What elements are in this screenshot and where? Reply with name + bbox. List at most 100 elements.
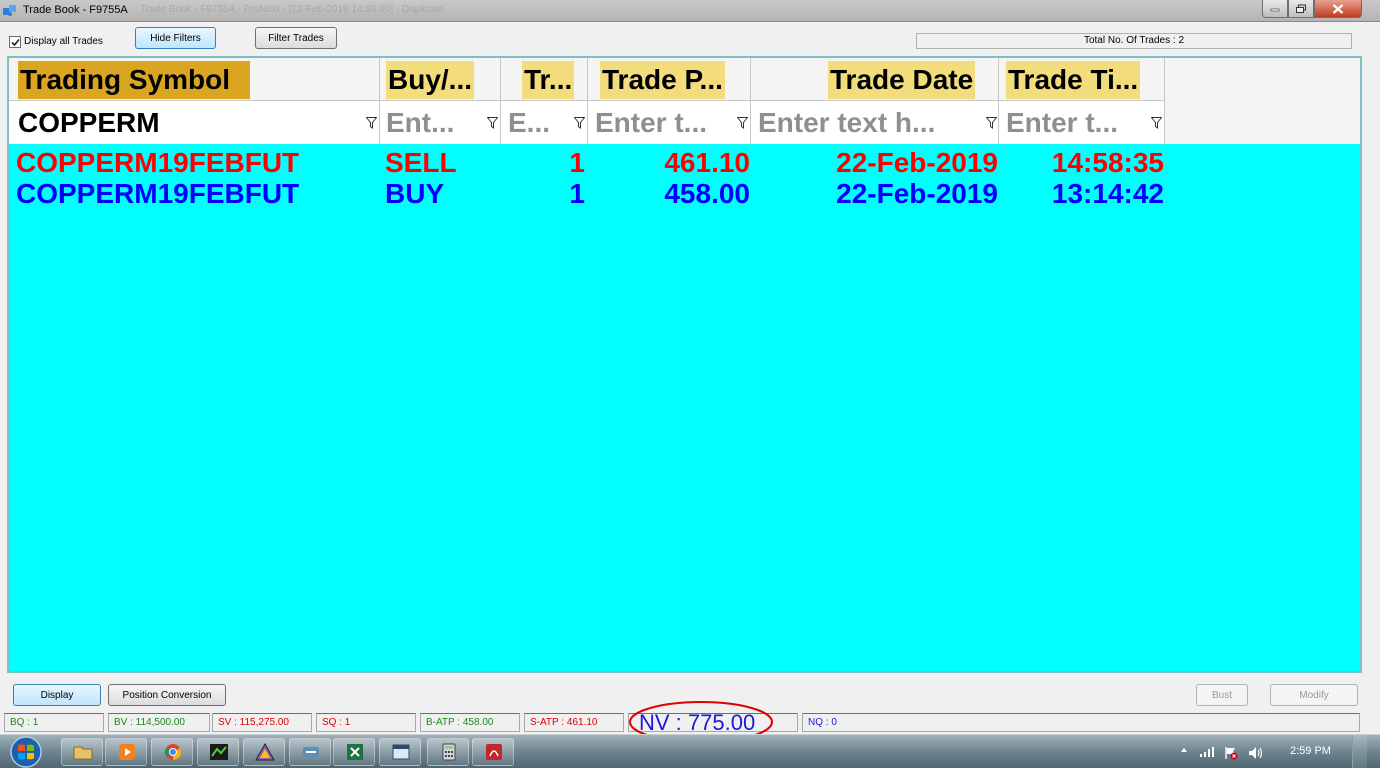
display-all-checkbox[interactable] [9, 36, 21, 48]
volume-icon[interactable] [1248, 746, 1264, 760]
taskbar-window-app[interactable] [379, 738, 421, 766]
folder-icon [73, 746, 93, 760]
taskbar-triangle-app[interactable] [243, 738, 285, 766]
filter-icon[interactable] [986, 117, 997, 129]
filter-cell-buysell[interactable]: Ent... [380, 101, 501, 144]
bust-button[interactable]: Bust [1196, 684, 1248, 706]
windows-start-icon[interactable] [7, 736, 45, 768]
cell-price: 461.10 [664, 147, 750, 178]
filter-cell-date[interactable]: Enter text h... [751, 101, 999, 144]
taskbar-folder[interactable] [61, 738, 103, 766]
show-hidden-icons-arrow[interactable] [1180, 746, 1188, 754]
display-button[interactable]: Display [13, 684, 101, 706]
filter-cell-price[interactable]: Enter t... [588, 101, 751, 144]
hide-filters-button[interactable]: Hide Filters [135, 27, 216, 49]
cell-price: 458.00 [664, 178, 750, 209]
window-app-icon [392, 744, 410, 760]
taskbar-chart-app[interactable] [197, 738, 239, 766]
media-player-icon [119, 744, 135, 760]
taskbar-clock[interactable]: 2:59 PM [1290, 745, 1331, 757]
cell-date: 22-Feb-2019 [836, 147, 998, 178]
filter-input-buysell[interactable]: Ent... [386, 101, 476, 144]
signal-bars-icon[interactable] [1199, 746, 1215, 758]
taskbar-media-player[interactable] [105, 738, 147, 766]
column-header-time[interactable]: Trade Ti... [999, 58, 1165, 101]
filter-cell-qty[interactable]: E... [501, 101, 588, 144]
taskbar-calculator[interactable] [427, 738, 469, 766]
toolbar: Display all Trades Hide Filters Filter T… [0, 22, 1366, 56]
action-center-flag-icon[interactable] [1224, 746, 1238, 760]
chrome-icon [164, 744, 182, 761]
table-row[interactable]: COPPERM19FEBFUT SELL 1 461.10 22-Feb-201… [9, 148, 1360, 178]
filter-icon[interactable] [737, 117, 748, 129]
cell-symbol: COPPERM19FEBFUT [16, 147, 300, 178]
filter-input-date[interactable]: Enter text h... [758, 101, 978, 144]
filter-cell-symbol[interactable]: COPPERM [9, 101, 380, 144]
show-desktop-button[interactable] [1352, 735, 1367, 768]
background-window-title: Trade Book - F9755A - ProNext - [22-Feb-… [140, 4, 444, 15]
pdf-icon [486, 744, 502, 760]
header-label-symbol: Trading Symbol [18, 61, 250, 99]
taskbar-network-app[interactable] [289, 738, 331, 766]
title-bar: Trade Book - F9755A Trade Book - F9755A … [0, 0, 1380, 22]
filter-input-time[interactable]: Enter t... [1006, 101, 1146, 144]
chart-app-icon [210, 744, 228, 760]
taskbar-chrome[interactable] [151, 738, 193, 766]
minimize-button[interactable] [1262, 0, 1288, 18]
column-header-buysell[interactable]: Buy/... [380, 58, 501, 101]
filter-input-symbol[interactable]: COPPERM [18, 101, 358, 144]
cell-buysell: SELL [385, 147, 457, 178]
close-button[interactable] [1314, 0, 1362, 18]
app-puzzle-icon [3, 5, 16, 16]
taskbar-pdf[interactable] [472, 738, 514, 766]
minimize-icon [1270, 8, 1280, 11]
status-bv: BV : 114,500.00 [108, 713, 210, 732]
header-label-time: Trade Ti... [1006, 61, 1141, 99]
header-label-qty: Tr... [522, 61, 575, 99]
header-label-date: Trade Date [828, 61, 976, 99]
header-label-buysell: Buy/... [386, 61, 475, 99]
filter-icon[interactable] [574, 117, 585, 129]
display-all-label[interactable]: Display all Trades [24, 36, 103, 47]
position-conversion-button[interactable]: Position Conversion [108, 684, 226, 706]
cell-symbol: COPPERM19FEBFUT [16, 178, 300, 209]
window-title: Trade Book - F9755A [23, 4, 128, 16]
status-nq: NQ : 0 [802, 713, 1360, 732]
cell-time: 14:58:35 [1051, 147, 1164, 178]
network-app-icon [303, 747, 319, 757]
triangle-app-icon [255, 743, 275, 761]
checkmark-icon [11, 38, 20, 47]
column-header-date[interactable]: Trade Date [751, 58, 999, 101]
column-header-symbol[interactable]: Trading Symbol [9, 58, 380, 101]
close-icon [1332, 3, 1344, 14]
table-row[interactable]: COPPERM19FEBFUT BUY 1 458.00 22-Feb-2019… [9, 179, 1360, 209]
filter-input-qty[interactable]: E... [508, 101, 568, 144]
status-nv: NV : 775.00 [639, 710, 756, 735]
taskbar-excel[interactable] [333, 738, 375, 766]
status-satp: S-ATP : 461.10 [524, 713, 624, 732]
total-trades-count: Total No. Of Trades : 2 [916, 33, 1352, 49]
status-bq: BQ : 1 [4, 713, 104, 732]
restore-icon [1296, 4, 1306, 13]
trade-grid: Trading Symbol Buy/... Tr... Trade P... … [7, 56, 1362, 673]
filter-input-price[interactable]: Enter t... [595, 101, 735, 144]
cell-time: 13:14:42 [1051, 178, 1164, 209]
cell-qty: 1 [569, 178, 585, 209]
cell-buysell: BUY [385, 178, 445, 209]
column-header-price[interactable]: Trade P... [588, 58, 751, 101]
header-label-price: Trade P... [600, 61, 725, 99]
cell-qty: 1 [569, 147, 585, 178]
filter-trades-button[interactable]: Filter Trades [255, 27, 337, 49]
excel-icon [347, 744, 363, 760]
status-bar: BQ : 1 BV : 114,500.00 SV : 115,275.00 S… [0, 701, 1366, 743]
filter-cell-time[interactable]: Enter t... [999, 101, 1165, 144]
status-batp: B-ATP : 458.00 [420, 713, 520, 732]
filter-icon[interactable] [1151, 117, 1162, 129]
filter-icon[interactable] [487, 117, 498, 129]
maximize-button[interactable] [1288, 0, 1314, 18]
modify-button[interactable]: Modify [1270, 684, 1358, 706]
cell-date: 22-Feb-2019 [836, 178, 998, 209]
status-sq: SQ : 1 [316, 713, 416, 732]
column-header-qty[interactable]: Tr... [501, 58, 588, 101]
filter-icon[interactable] [366, 117, 377, 129]
